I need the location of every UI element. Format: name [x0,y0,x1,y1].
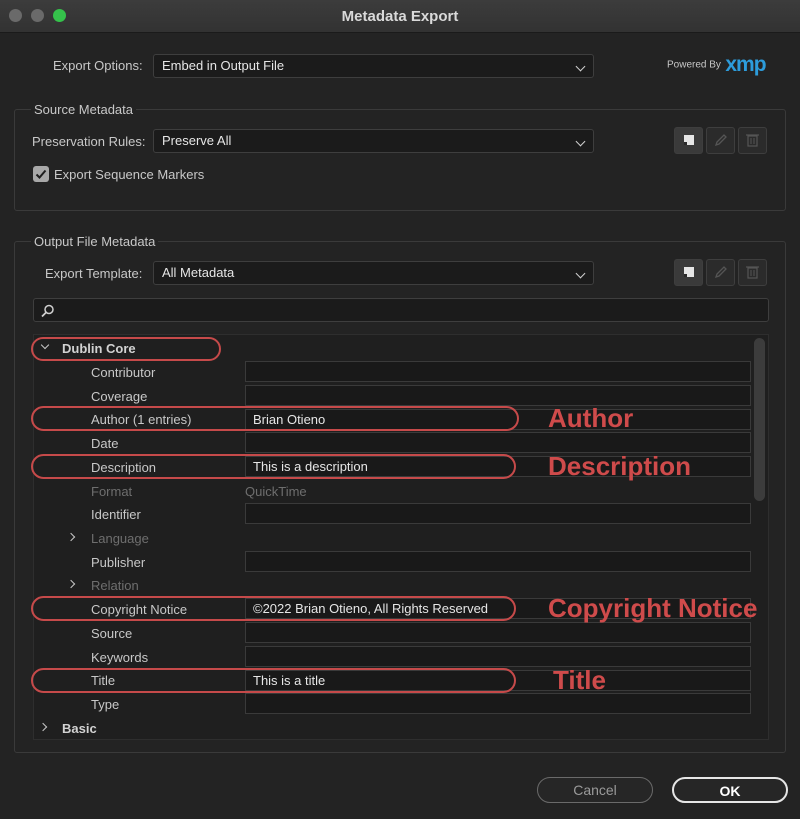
source-metadata-group [14,109,786,211]
chevron-down-icon [575,61,586,72]
row-label-date: Date [91,436,119,451]
field-identifier[interactable] [245,503,751,524]
row-label-publisher: Publisher [91,555,146,570]
field-source[interactable] [245,622,751,643]
row-label-relation: Relation [91,578,139,593]
export-template-label: Export Template: [45,266,143,281]
row-label-identifier: Identifier [91,507,141,522]
pencil-icon [714,134,727,147]
preservation-rules-dropdown[interactable]: Preserve All [153,129,594,153]
checkmark-icon [35,169,47,179]
export-markers-checkbox[interactable] [33,166,49,182]
annotation-label-author: Author [548,403,634,433]
new-preset-icon [684,267,694,277]
field-date[interactable] [245,432,751,453]
annotation-label-title: Title [553,665,606,695]
field-contributor[interactable] [245,361,751,382]
row-label-coverage: Coverage [91,389,148,404]
new-template-button[interactable] [674,259,703,286]
delete-template-button[interactable] [738,259,767,286]
delete-preset-button[interactable] [738,127,767,154]
chevron-down-icon [575,268,586,279]
search-icon [41,304,54,318]
annotation-ring-description [31,454,516,479]
annotation-label-copyright: Copyright Notice [548,593,758,623]
export-options-value: Embed in Output File [162,58,285,73]
annotation-ring-title [31,668,516,693]
trash-icon [746,134,759,147]
export-template-dropdown[interactable]: All Metadata [153,261,594,285]
field-coverage[interactable] [245,385,751,406]
basic-group[interactable]: Basic [62,721,97,736]
annotation-ring-dublin-core [31,337,221,361]
tree-scrollbar[interactable] [754,338,765,501]
export-template-value: All Metadata [162,265,235,280]
xmp-logo-text: xmp [725,53,766,76]
export-options-dropdown[interactable]: Embed in Output File [153,54,594,78]
source-metadata-title: Source Metadata [31,102,137,117]
window-title: Metadata Export [341,8,459,25]
field-publisher[interactable] [245,551,751,572]
annotation-ring-copyright [31,596,516,621]
new-preset-button[interactable] [674,127,703,154]
row-label-keywords: Keywords [91,650,149,665]
powered-by-text: Powered By [667,59,721,71]
row-label-format: Format [91,484,133,499]
trash-icon [746,266,759,279]
cancel-button[interactable]: Cancel [537,777,653,803]
edit-template-button[interactable] [706,259,735,286]
annotation-ring-author [31,406,519,431]
export-markers-label: Export Sequence Markers [54,167,205,182]
preservation-rules-label: Preservation Rules: [32,134,146,149]
row-label-source: Source [91,626,133,641]
row-label-type: Type [91,697,120,712]
metadata-search-input[interactable] [33,298,769,322]
output-metadata-title: Output File Metadata [31,234,159,249]
preservation-rules-value: Preserve All [162,133,232,148]
edit-preset-button[interactable] [706,127,735,154]
ok-button[interactable]: OK [672,777,788,803]
annotation-label-description: Description [548,451,692,481]
row-label-contributor: Contributor [91,365,156,380]
chevron-down-icon [575,136,586,147]
pencil-icon [714,266,727,279]
row-label-language: Language [91,531,149,546]
new-preset-icon [684,135,694,145]
field-type[interactable] [245,693,751,714]
value-format: QuickTime [245,484,307,499]
field-keywords[interactable] [245,646,751,667]
export-options-label: Export Options: [53,58,143,73]
xmp-logo: Powered By xmp [667,53,782,76]
